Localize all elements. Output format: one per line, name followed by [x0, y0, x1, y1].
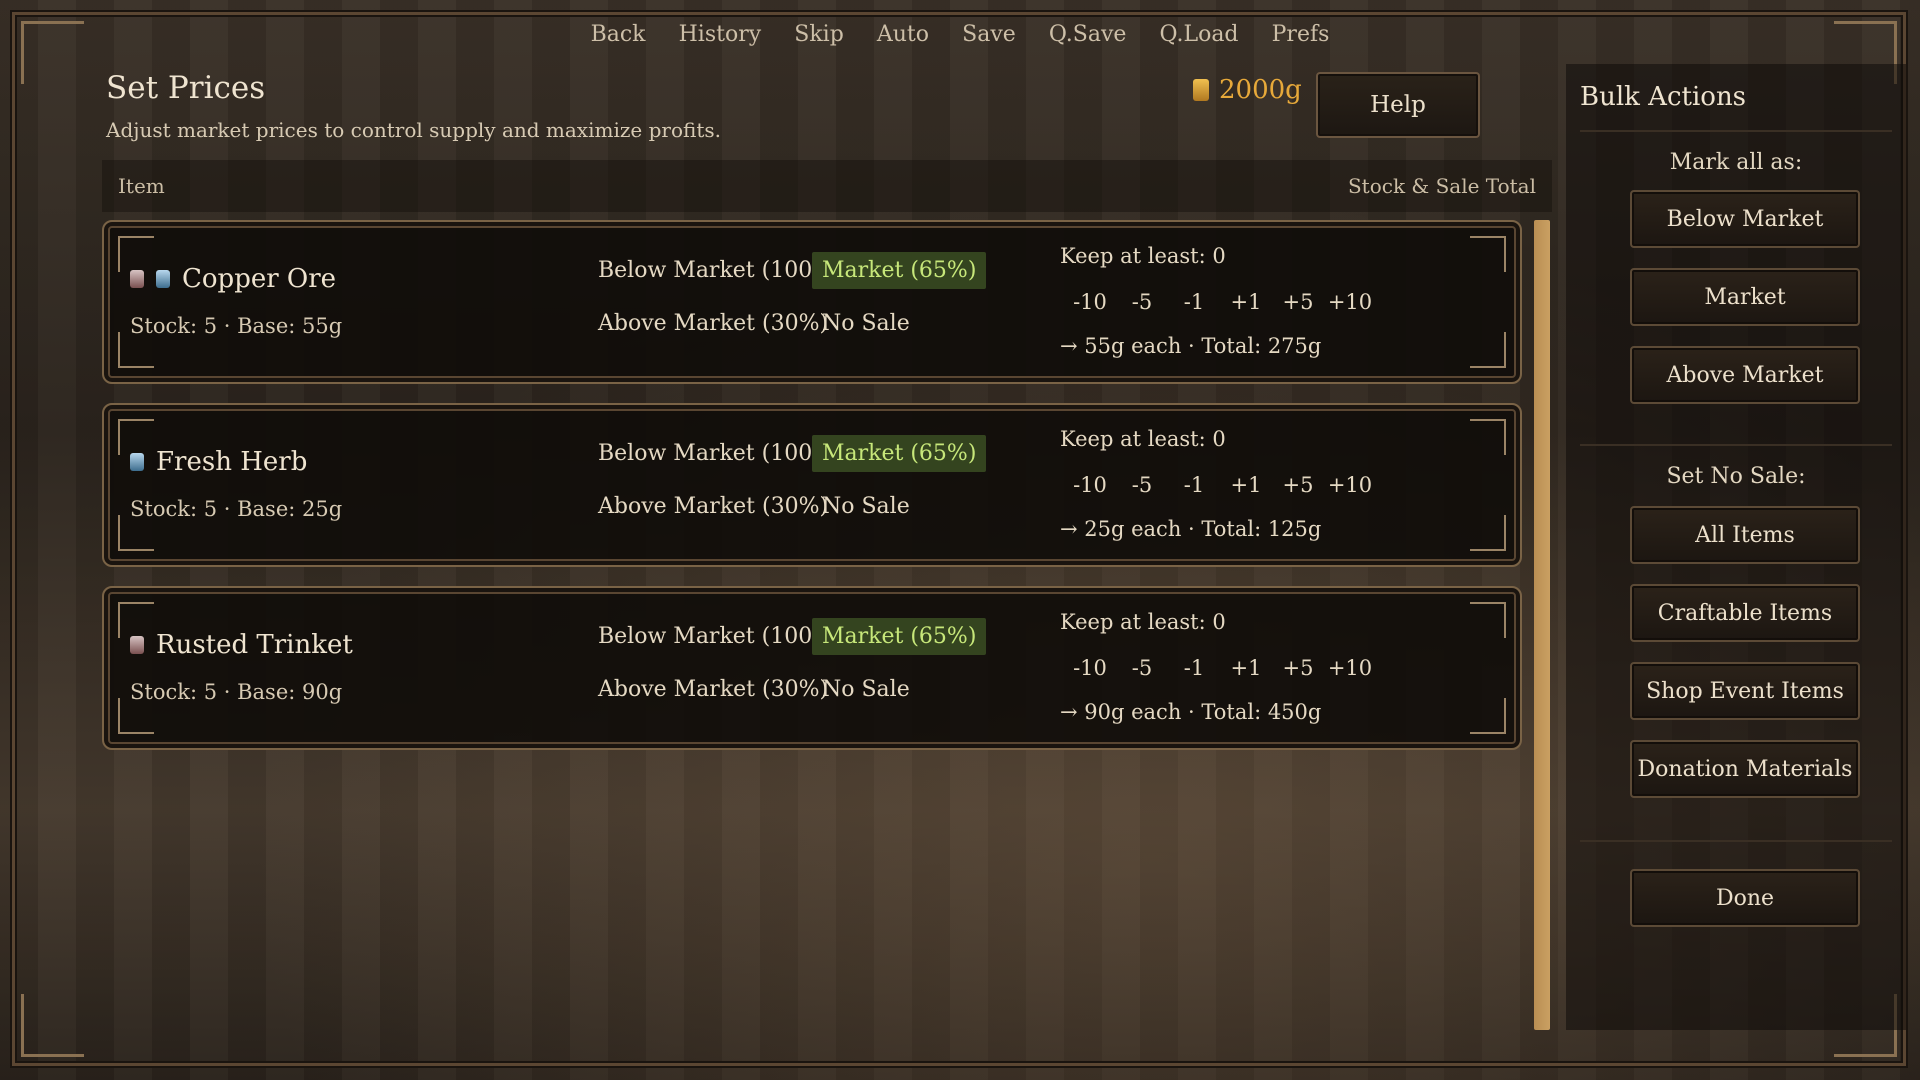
adjust-minus-10[interactable]: -10 [1064, 473, 1116, 497]
mark-all-label: Mark all as: [1669, 150, 1803, 175]
row-corner-ornament [1470, 332, 1506, 368]
item-stock: Stock: 5 · Base: 25g [130, 497, 343, 521]
sale-total: → 25g each · Total: 125g [1060, 517, 1322, 541]
no-sale-craftable-items-button[interactable]: Craftable Items [1630, 584, 1860, 642]
item-name: Rusted Trinket [130, 630, 353, 660]
item-name: Copper Ore [130, 264, 336, 294]
adjust-plus-1[interactable]: +1 [1220, 473, 1272, 497]
option-above-market[interactable]: Above Market (30%) [588, 305, 838, 342]
adjust-minus-1[interactable]: -1 [1168, 290, 1220, 314]
keep-adjust-buttons: -10 -5 -1 +1 +5 +10 [1064, 656, 1376, 680]
bulk-actions-panel: Bulk Actions Mark all as: Below Market M… [1566, 64, 1906, 1030]
adjust-minus-5[interactable]: -5 [1116, 656, 1168, 680]
item-row: Copper Ore Stock: 5 · Base: 55g Below Ma… [102, 220, 1522, 384]
item-row: Rusted Trinket Stock: 5 · Base: 90g Belo… [102, 586, 1522, 750]
gold-amount: 2000g [1219, 75, 1302, 105]
quickmenu-auto[interactable]: Auto [877, 22, 929, 47]
option-no-sale[interactable]: No Sale [812, 671, 920, 708]
page-subtitle: Adjust market prices to control supply a… [106, 118, 721, 142]
potion-red-icon [130, 636, 144, 654]
keep-at-least: Keep at least: 0 [1060, 244, 1226, 268]
column-stock-total: Stock & Sale Total [1347, 174, 1536, 198]
frame-corner-ornament [21, 994, 84, 1057]
divider [1580, 130, 1892, 132]
adjust-minus-1[interactable]: -1 [1168, 473, 1220, 497]
help-button[interactable]: Help [1316, 72, 1480, 138]
mark-all-market-button[interactable]: Market [1630, 268, 1860, 326]
adjust-plus-5[interactable]: +5 [1272, 290, 1324, 314]
item-name: Fresh Herb [130, 447, 307, 477]
divider [1580, 444, 1892, 446]
adjust-minus-10[interactable]: -10 [1064, 656, 1116, 680]
item-name-label: Copper Ore [182, 264, 337, 294]
row-corner-ornament [1470, 515, 1506, 551]
done-button[interactable]: Done [1630, 869, 1860, 927]
no-sale-donation-materials-button[interactable]: Donation Materials [1630, 740, 1860, 798]
gold-display: 2000g [1193, 75, 1302, 105]
adjust-minus-10[interactable]: -10 [1064, 290, 1116, 314]
adjust-plus-10[interactable]: +10 [1324, 656, 1376, 680]
option-market-selected[interactable]: Market (65%) [812, 618, 987, 655]
adjust-minus-1[interactable]: -1 [1168, 656, 1220, 680]
row-corner-ornament [1470, 236, 1506, 272]
option-above-market[interactable]: Above Market (30%) [588, 671, 838, 708]
potion-blue-icon [156, 270, 170, 288]
sale-total: → 55g each · Total: 275g [1060, 334, 1322, 358]
quickmenu-qsave[interactable]: Q.Save [1049, 22, 1127, 47]
item-stock: Stock: 5 · Base: 55g [130, 314, 343, 338]
quickmenu-skip[interactable]: Skip [794, 22, 844, 47]
quickmenu-save[interactable]: Save [962, 22, 1016, 47]
option-market-selected[interactable]: Market (65%) [812, 435, 987, 472]
item-name-label: Rusted Trinket [156, 630, 353, 660]
no-sale-shop-event-items-button[interactable]: Shop Event Items [1630, 662, 1860, 720]
item-name-label: Fresh Herb [156, 447, 308, 477]
gold-icon [1193, 79, 1209, 101]
potion-red-icon [130, 270, 144, 288]
column-item: Item [118, 174, 165, 198]
list-scrollbar[interactable] [1534, 220, 1550, 1030]
no-sale-all-items-button[interactable]: All Items [1630, 506, 1860, 564]
item-stock: Stock: 5 · Base: 90g [130, 680, 343, 704]
quickmenu-qload[interactable]: Q.Load [1160, 22, 1239, 47]
adjust-plus-5[interactable]: +5 [1272, 473, 1324, 497]
adjust-plus-5[interactable]: +5 [1272, 656, 1324, 680]
page-title: Set Prices [106, 70, 266, 106]
divider [1580, 840, 1892, 842]
quickmenu-history[interactable]: History [679, 22, 762, 47]
adjust-minus-5[interactable]: -5 [1116, 290, 1168, 314]
quickmenu-prefs[interactable]: Prefs [1272, 22, 1330, 47]
adjust-plus-10[interactable]: +10 [1324, 290, 1376, 314]
keep-adjust-buttons: -10 -5 -1 +1 +5 +10 [1064, 473, 1376, 497]
mark-all-below-market-button[interactable]: Below Market [1630, 190, 1860, 248]
bulk-actions-title: Bulk Actions [1580, 82, 1747, 112]
sale-total: → 90g each · Total: 450g [1060, 700, 1322, 724]
adjust-minus-5[interactable]: -5 [1116, 473, 1168, 497]
item-list: Copper Ore Stock: 5 · Base: 55g Below Ma… [102, 220, 1522, 769]
quickmenu-back[interactable]: Back [591, 22, 646, 47]
option-above-market[interactable]: Above Market (30%) [588, 488, 838, 525]
set-no-sale-label: Set No Sale: [1666, 464, 1806, 489]
option-market-selected[interactable]: Market (65%) [812, 252, 987, 289]
column-header: Item Stock & Sale Total [102, 160, 1552, 212]
keep-at-least: Keep at least: 0 [1060, 610, 1226, 634]
quick-menu: Back History Skip Auto Save Q.Save Q.Loa… [0, 22, 1920, 47]
adjust-plus-10[interactable]: +10 [1324, 473, 1376, 497]
row-corner-ornament [1470, 419, 1506, 455]
item-row: Fresh Herb Stock: 5 · Base: 25g Below Ma… [102, 403, 1522, 567]
keep-at-least: Keep at least: 0 [1060, 427, 1226, 451]
adjust-plus-1[interactable]: +1 [1220, 290, 1272, 314]
mark-all-above-market-button[interactable]: Above Market [1630, 346, 1860, 404]
adjust-plus-1[interactable]: +1 [1220, 656, 1272, 680]
row-corner-ornament [1470, 602, 1506, 638]
option-no-sale[interactable]: No Sale [812, 305, 920, 342]
option-no-sale[interactable]: No Sale [812, 488, 920, 525]
price-panel: Set Prices Adjust market prices to contr… [88, 60, 1558, 1040]
potion-blue-icon [130, 453, 144, 471]
keep-adjust-buttons: -10 -5 -1 +1 +5 +10 [1064, 290, 1376, 314]
row-corner-ornament [1470, 698, 1506, 734]
